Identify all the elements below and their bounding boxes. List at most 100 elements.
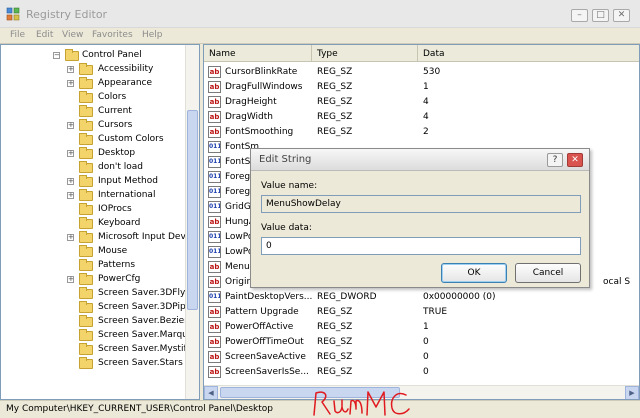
folder-icon [79,119,93,131]
binary-value-icon: 011 [208,291,221,303]
tree-item-label: IOProcs [98,204,132,214]
minimize-button[interactable]: – [571,9,588,22]
folder-icon [79,287,93,299]
string-value-icon: ab [208,306,221,318]
folder-icon [79,315,93,327]
value-name-label: Value name: [261,181,318,191]
value-data-field[interactable]: 0 [261,237,581,255]
expand-icon[interactable]: + [67,122,74,129]
value-type: REG_SZ [317,307,353,317]
cancel-button[interactable]: Cancel [515,263,581,283]
tree-item-label: Microsoft Input Devi [98,232,189,242]
expand-icon[interactable]: + [67,276,74,283]
value-row[interactable]: ab CursorBlinkRate REG_SZ 530 [204,65,639,80]
value-data: 1 [423,322,429,332]
expand-icon[interactable]: + [67,192,74,199]
value-data: 2 [423,127,429,137]
expand-icon[interactable]: + [67,80,74,87]
value-row[interactable]: 011 PaintDesktopVers... REG_DWORD 0x0000000… [204,290,639,305]
maximize-button[interactable]: □ [592,9,609,22]
close-button[interactable]: ✕ [613,9,630,22]
folder-icon [79,217,93,229]
value-row[interactable]: ab DragWidth REG_SZ 4 [204,110,639,125]
folder-icon [79,273,93,285]
value-row[interactable]: ab ScreenSaverIsSe... REG_SZ 0 [204,365,639,380]
value-row[interactable]: ab PowerOffActive REG_SZ 1 [204,320,639,335]
tree-item-control-panel[interactable]: − Control Panel [1,49,187,63]
folder-icon [79,133,93,145]
value-type: REG_SZ [317,82,353,92]
tree-item-label: Mouse [98,246,128,256]
menu-edit[interactable]: Edit [36,30,53,40]
value-name: DragFullWindows [225,82,303,92]
value-data: TRUE [423,307,448,317]
tree-item-label: Screen Saver.Mystif [98,344,187,354]
value-name: PowerOffActive [225,322,294,332]
value-name: PowerOffTimeOut [225,337,304,347]
tree-item-label: Cursors [98,120,133,130]
value-name: DragWidth [225,112,274,122]
title-bar[interactable]: Registry Editor – □ ✕ [0,0,640,28]
dialog-close-button[interactable]: ✕ [567,153,583,167]
menu-file[interactable]: File [10,30,25,40]
tree-item-label: Input Method [98,176,158,186]
expand-icon[interactable]: + [67,150,74,157]
value-type: REG_SZ [317,337,353,347]
value-row[interactable]: ab FontSmoothing REG_SZ 2 [204,125,639,140]
folder-icon [79,161,93,173]
string-value-icon: ab [208,336,221,348]
binary-value-icon: 011 [208,141,221,153]
binary-value-icon: 011 [208,246,221,258]
value-data: 4 [423,97,429,107]
value-name: ScreenSaveActive [225,352,306,362]
expand-icon[interactable]: + [67,66,74,73]
expand-icon[interactable]: + [67,178,74,185]
menu-view[interactable]: View [62,30,83,40]
tree-item-label: Screen Saver.Stars [98,358,183,368]
dialog-title-bar[interactable]: Edit String ? ✕ [251,149,589,171]
menu-favorites[interactable]: Favorites [92,30,133,40]
tree-scrollbar-thumb[interactable] [187,110,198,310]
registry-key-tree[interactable]: − Control Panel + Accessibility + Appearan… [0,44,200,400]
binary-value-icon: 011 [208,156,221,168]
tree-item-label: Patterns [98,260,136,270]
value-data-label: Value data: [261,223,312,233]
string-value-icon: ab [208,126,221,138]
folder-icon [79,63,93,75]
string-value-icon: ab [208,66,221,78]
column-header-type[interactable]: Type [312,45,418,62]
value-row[interactable]: ab ScreenSaveActive REG_SZ 0 [204,350,639,365]
string-value-icon: ab [208,351,221,363]
tree-scrollbar[interactable] [185,45,199,399]
collapse-icon[interactable]: − [53,52,60,59]
window-title: Registry Editor [26,8,108,21]
tree-item-label: International [98,190,156,200]
value-row[interactable]: ab Pattern Upgrade REG_SZ TRUE [204,305,639,320]
folder-icon [79,301,93,313]
edit-string-dialog: Edit String ? ✕ Value name: MenuShowDela… [250,148,590,288]
scroll-right-icon[interactable]: ▶ [625,386,639,399]
value-row[interactable]: ab DragHeight REG_SZ 4 [204,95,639,110]
string-value-icon: ab [208,111,221,123]
tree-item-label: Appearance [98,78,153,88]
value-type: REG_SZ [317,97,353,107]
tree-item-label: Screen Saver.Bezier [98,316,188,326]
folder-icon [79,343,93,355]
value-type: REG_SZ [317,67,353,77]
dialog-title: Edit String [259,154,312,165]
ok-button[interactable]: OK [441,263,507,283]
tree-item-label: Current [98,106,132,116]
value-row[interactable]: ab DragFullWindows REG_SZ 1 [204,80,639,95]
tree-item-label: Colors [98,92,127,102]
binary-value-icon: 011 [208,171,221,183]
scroll-left-icon[interactable]: ◀ [204,386,218,399]
dialog-help-button[interactable]: ? [547,153,563,167]
string-value-icon: ab [208,321,221,333]
value-name: PaintDesktopVers... [225,292,313,302]
string-value-icon: ab [208,216,221,228]
menu-help[interactable]: Help [142,30,163,40]
value-row[interactable]: ab PowerOffTimeOut REG_SZ 0 [204,335,639,350]
column-header-data[interactable]: Data [418,45,639,62]
expand-icon[interactable]: + [67,234,74,241]
column-header-name[interactable]: Name [204,45,312,62]
